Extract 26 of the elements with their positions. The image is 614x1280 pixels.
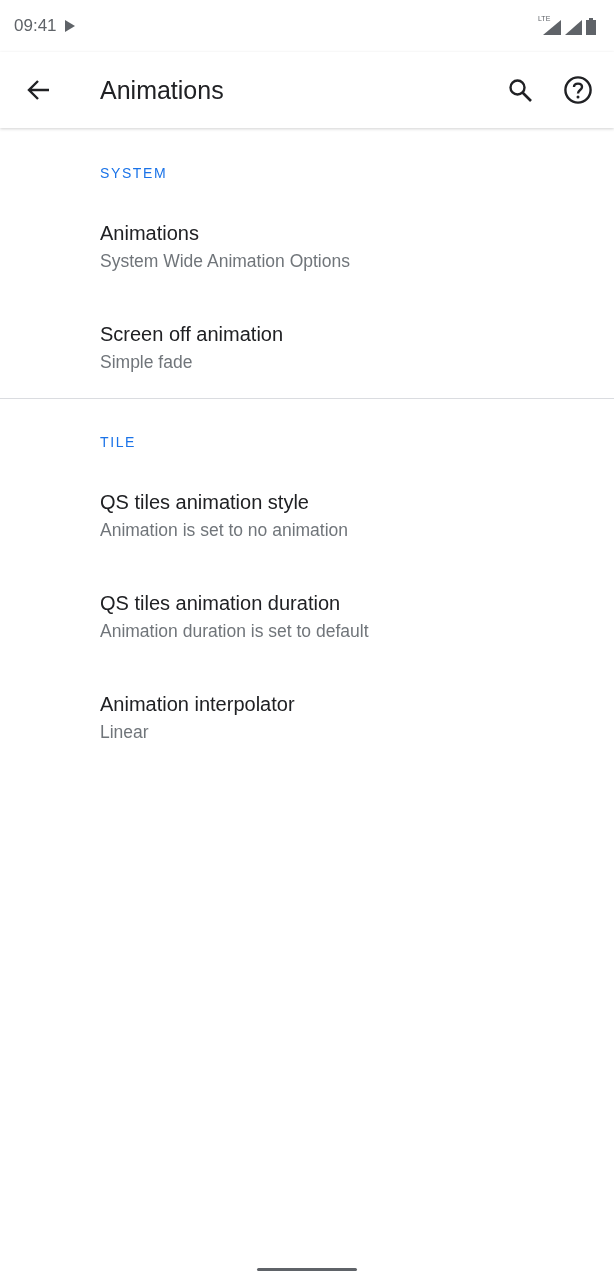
- preference-summary: Animation duration is set to default: [100, 621, 369, 641]
- preference-item[interactable]: QS tiles animation duration Animation duration is set to default: [0, 566, 614, 667]
- preference-item[interactable]: QS tiles animation style Animation is set to no animation: [0, 465, 614, 566]
- battery-icon: [586, 17, 596, 35]
- preference-title: QS tiles animation duration: [100, 592, 341, 614]
- play-icon: [64, 20, 75, 32]
- preference-item[interactable]: Animations System Wide Animation Options: [0, 196, 614, 297]
- signal-icon: [543, 19, 561, 35]
- search-icon: [508, 78, 532, 102]
- preference-summary: Animation is set to no animation: [100, 520, 349, 540]
- status-time: 09:41: [14, 16, 57, 36]
- section-header: SYSTEM: [100, 165, 168, 181]
- back-arrow-icon: [26, 79, 50, 101]
- preference-summary: Linear: [100, 722, 149, 742]
- section-header: TILE: [100, 434, 136, 450]
- preference-title: Screen off animation: [100, 323, 284, 345]
- help-icon: [564, 76, 592, 104]
- preference-summary: System Wide Animation Options: [100, 251, 350, 271]
- preference-summary: Simple fade: [100, 352, 193, 372]
- preference-item[interactable]: Screen off animation Simple fade: [0, 297, 614, 398]
- preference-title: Animations: [100, 222, 199, 244]
- preference-item[interactable]: Animation interpolator Linear: [0, 667, 614, 768]
- signal-icon: [565, 19, 582, 35]
- preference-title: Animation interpolator: [100, 693, 295, 715]
- screen-title: Animations: [100, 75, 225, 105]
- preference-title: QS tiles animation style: [100, 491, 309, 513]
